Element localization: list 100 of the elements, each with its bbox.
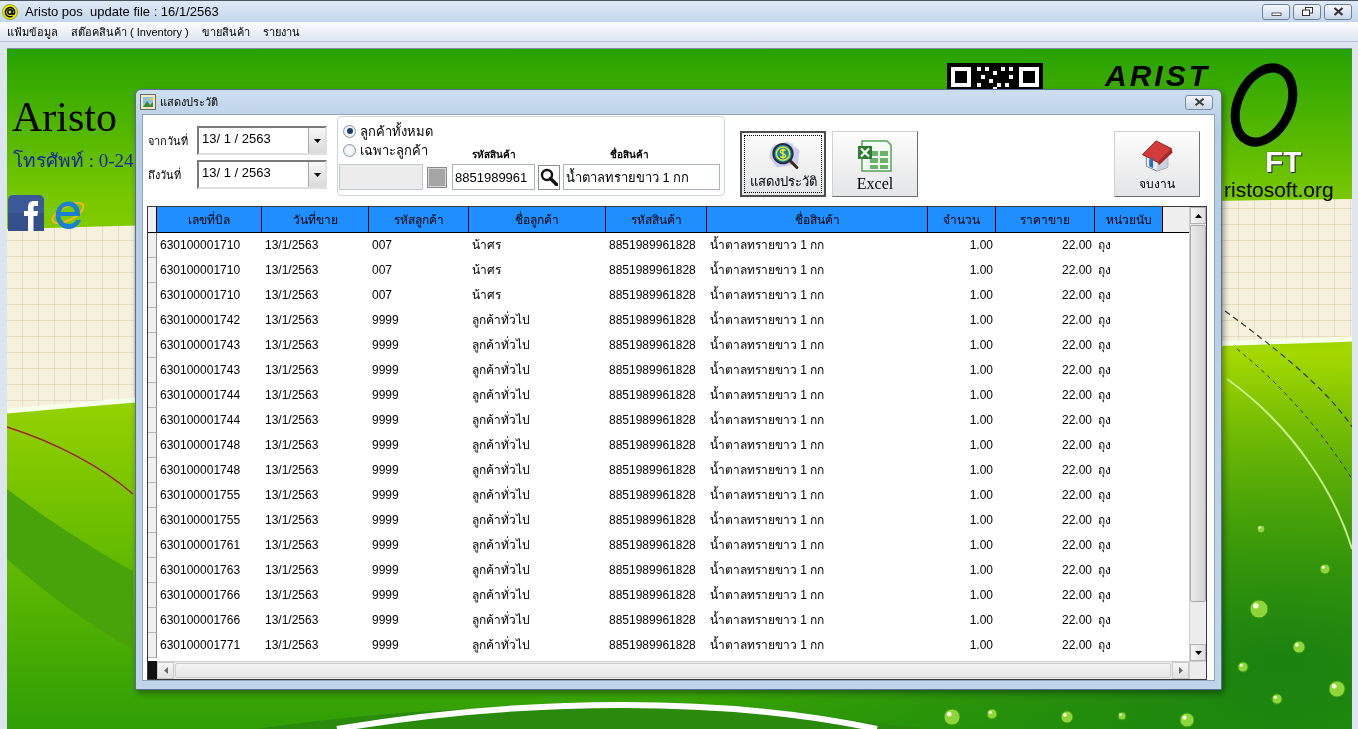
scrollbar-thumb[interactable]	[1190, 225, 1206, 602]
table-cell-text: น้ำตาลทรายขาว 1 กก	[709, 485, 826, 504]
row-selector[interactable]	[148, 283, 157, 308]
product-name-field[interactable]: น้ำตาลทรายขาว 1 กก	[563, 164, 720, 190]
table-cell-text: 1.00	[968, 312, 994, 329]
table-cell-text: ถุง	[1097, 387, 1112, 405]
table-cell-text: 1.00	[968, 337, 994, 354]
column-header[interactable]: หน่วยนับ	[1095, 207, 1163, 232]
menu-item[interactable]: รายงาน	[255, 22, 306, 41]
minimize-button[interactable]	[1262, 3, 1290, 20]
date-dropdown[interactable]: 13/ 1 / 2563	[197, 126, 327, 155]
table-cell-text: 630100001755	[159, 487, 242, 504]
close-button[interactable]	[1324, 3, 1352, 20]
row-selector[interactable]	[148, 533, 157, 558]
row-selector[interactable]	[148, 483, 157, 508]
search-icon	[540, 168, 558, 186]
radio-button[interactable]	[343, 144, 356, 157]
table-cell-text: น้ำตาลทรายขาว 1 กก	[709, 235, 826, 254]
row-selector[interactable]	[148, 633, 157, 658]
row-selector[interactable]	[148, 408, 157, 433]
date-dropdown[interactable]: 13/ 1 / 2563	[197, 160, 327, 189]
table-cell-text: 8851989961828	[608, 587, 697, 604]
table-cell-text: 9999	[371, 337, 400, 354]
table-cell-text: 630100001748	[159, 437, 242, 454]
table-cell-text: ลูกค้าทั่วไป	[471, 635, 531, 655]
menu-item[interactable]: ขายสินค้า	[194, 22, 256, 41]
table-cell-text: น้ำตาลทรายขาว 1 กก	[709, 610, 826, 629]
table-cell-text: น้าศร	[471, 262, 502, 279]
show-history-button[interactable]: แสดงประวัติ	[740, 131, 826, 197]
selector-corner	[148, 661, 157, 679]
column-header[interactable]: ชื่อสินค้า	[707, 207, 928, 232]
column-header[interactable]: จำนวน	[928, 207, 996, 232]
exit-button[interactable]: จบงาน	[1114, 131, 1200, 197]
table-cell-text: ลูกค้าทั่วไป	[471, 535, 531, 555]
table-cell-text: 630100001761	[159, 537, 242, 554]
table-cell-text: 8851989961828	[608, 362, 697, 379]
row-selector[interactable]	[148, 258, 157, 283]
row-selector[interactable]	[148, 333, 157, 358]
row-selector[interactable]	[148, 308, 157, 333]
close-button[interactable]	[1185, 94, 1213, 110]
table-cell-text: 13/1/2563	[264, 237, 320, 254]
table-cell-text: 1.00	[968, 387, 994, 404]
table-cell-text: 13/1/2563	[264, 287, 320, 304]
excel-button[interactable]: Excel	[832, 131, 918, 197]
table-cell-text: น้ำตาลทรายขาว 1 กก	[709, 310, 826, 329]
table-cell-text: 1.00	[968, 462, 994, 479]
window-title: Aristo pos update file : 16/1/2563	[25, 4, 219, 19]
table-cell-text: ถุง	[1097, 537, 1112, 555]
table-cell-text: น้ำตาลทรายขาว 1 กก	[709, 585, 826, 604]
table-cell-text: 1.00	[968, 437, 994, 454]
scroll-down-button[interactable]	[1190, 644, 1206, 661]
table-cell-text: 8851989961828	[608, 412, 697, 429]
table-cell-text: 22.00	[1060, 637, 1093, 654]
search-button[interactable]	[538, 164, 560, 190]
horizontal-scrollbar[interactable]	[157, 661, 1189, 679]
product-code-field[interactable]: 8851989961	[452, 164, 535, 190]
column-header[interactable]: รหัสสินค้า	[606, 207, 707, 232]
scrollbar-thumb[interactable]	[175, 663, 1171, 678]
table-cell-text: 13/1/2563	[264, 362, 320, 379]
table-cell-text: น้ำตาลทรายขาว 1 กก	[709, 385, 826, 404]
table-cell-text: ลูกค้าทั่วไป	[471, 335, 531, 355]
menu-item[interactable]: แฟ้มข้อมูล	[0, 22, 64, 41]
table-cell-text: 8851989961828	[608, 387, 697, 404]
scroll-left-button[interactable]	[157, 662, 174, 679]
scroll-right-button[interactable]	[1172, 662, 1189, 679]
column-header[interactable]: ชื่อลูกค้า	[469, 207, 606, 232]
radio-button[interactable]	[343, 124, 356, 138]
caret-down-icon	[1194, 650, 1202, 655]
row-selector[interactable]	[148, 433, 157, 458]
row-selector[interactable]	[148, 508, 157, 533]
row-selector[interactable]	[148, 583, 157, 608]
column-header[interactable]: รหัสลูกค้า	[369, 207, 469, 232]
row-selector[interactable]	[148, 383, 157, 408]
menu-item[interactable]: สต๊อคสินค้า ( Inventory )	[64, 22, 195, 41]
table-cell-text: 630100001748	[159, 462, 242, 479]
column-header[interactable]: ราคาขาย	[996, 207, 1095, 232]
row-selector[interactable]	[148, 608, 157, 633]
table-cell-text: 13/1/2563	[264, 262, 320, 279]
table-cell-text: 9999	[371, 312, 400, 329]
table-cell-text: 8851989961828	[608, 312, 697, 329]
restore-button[interactable]	[1293, 3, 1321, 20]
scroll-up-button[interactable]	[1190, 207, 1206, 224]
table-cell-text: ถุง	[1097, 637, 1112, 655]
table-cell-text: ถุง	[1097, 262, 1112, 280]
table-cell-text: 22.00	[1060, 537, 1093, 554]
row-selector[interactable]	[148, 458, 157, 483]
column-header[interactable]: เลขที่บิล	[157, 207, 262, 232]
spreadsheet-icon	[856, 137, 894, 175]
table-cell-text: 22.00	[1060, 437, 1093, 454]
row-selector[interactable]	[148, 358, 157, 383]
column-header[interactable]: วันที่ขาย	[262, 207, 369, 232]
row-selector[interactable]	[148, 558, 157, 583]
scroll-corner	[1189, 661, 1206, 679]
table-cell-text: 22.00	[1060, 412, 1093, 429]
lookup-button[interactable]	[427, 166, 447, 188]
table-cell-text: 1.00	[968, 512, 994, 529]
row-selector[interactable]	[148, 233, 157, 258]
caret-down-icon	[313, 172, 321, 177]
vertical-scrollbar[interactable]	[1189, 207, 1206, 661]
table-cell-text: 22.00	[1060, 612, 1093, 629]
